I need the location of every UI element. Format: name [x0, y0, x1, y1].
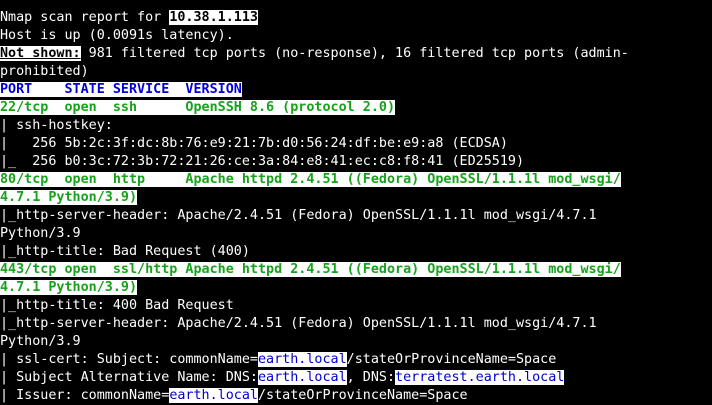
- ssl-issuer-line: | Issuer: commonName=earth.local/stateOr…: [0, 387, 712, 405]
- detail-line: Python/3.9: [0, 334, 81, 349]
- port-entry-443: 443/tcp open ssl/http Apache httpd 2.4.5…: [0, 262, 621, 277]
- table-header-line: PORT STATE SERVICE VERSION: [0, 81, 712, 99]
- port-line-443-cont: 4.7.1 Python/3.9): [0, 279, 712, 297]
- detail-line: |_ 256 b0:3c:72:3b:72:21:26:ce:3a:84:e8:…: [0, 154, 525, 169]
- table-header: PORT STATE SERVICE VERSION: [0, 82, 242, 97]
- ssl-subject-suffix: /stateOrProvinceName=Space: [346, 352, 557, 367]
- ssl-subject-cn: earth.local: [257, 352, 347, 367]
- scan-report-prefix: Nmap scan report for: [0, 10, 170, 25]
- not-shown-text: 981 filtered tcp ports (no-response), 16…: [80, 46, 629, 61]
- ssl-san-dns2: terratest.earth.local: [395, 370, 565, 385]
- ssl-subject-prefix: | ssl-cert: Subject: commonName=: [0, 352, 258, 367]
- detail-line: Python/3.9: [0, 226, 81, 241]
- ssl-san-prefix: | Subject Alternative Name: DNS:: [0, 370, 258, 385]
- detail-line: |_http-title: Bad Request (400): [0, 244, 250, 259]
- terminal-output[interactable]: Nmap scan report for 10.38.1.113 Host is…: [0, 0, 712, 405]
- port-entry-22: 22/tcp open ssh OpenSSH 8.6 (protocol 2.…: [0, 100, 396, 115]
- port-line-80: 80/tcp open http Apache httpd 2.4.51 ((F…: [0, 171, 712, 189]
- ssl-issuer-cn: earth.local: [169, 388, 258, 403]
- ssl-san-dns1: earth.local: [257, 370, 347, 385]
- port-entry-80: 80/tcp open http Apache httpd 2.4.51 ((F…: [0, 172, 621, 187]
- ssl-subject-line: | ssl-cert: Subject: commonName=earth.lo…: [0, 351, 712, 369]
- port-entry-443-cont: 4.7.1 Python/3.9): [0, 280, 138, 295]
- ssl-san-line: | Subject Alternative Name: DNS:earth.lo…: [0, 369, 712, 387]
- port-line-443: 443/tcp open ssl/http Apache httpd 2.4.5…: [0, 261, 712, 279]
- partial-top-line: [0, 0, 712, 9]
- host-status-line: Host is up (0.0091s latency).: [0, 28, 234, 43]
- detail-line: |_http-server-header: Apache/2.4.51 (Fed…: [0, 316, 597, 331]
- detail-line: | 256 5b:2c:3f:dc:8b:76:e9:21:7b:d0:56:2…: [0, 136, 508, 151]
- ssl-san-mid: , DNS:: [346, 370, 396, 385]
- port-entry-80-cont: 4.7.1 Python/3.9): [0, 190, 138, 205]
- target-ip: 10.38.1.113: [169, 10, 258, 25]
- port-line-80-cont: 4.7.1 Python/3.9): [0, 189, 712, 207]
- detail-line: |_http-server-header: Apache/2.4.51 (Fed…: [0, 208, 597, 223]
- not-shown-continuation: prohibited): [0, 64, 89, 79]
- detail-line: |_http-title: 400 Bad Request: [0, 298, 234, 313]
- detail-line: | ssh-hostkey:: [0, 118, 113, 133]
- ssl-issuer-suffix: /stateOrProvinceName=Space: [258, 388, 468, 403]
- ssl-issuer-prefix: | Issuer: commonName=: [0, 388, 170, 403]
- port-line-22: 22/tcp open ssh OpenSSH 8.6 (protocol 2.…: [0, 99, 712, 117]
- not-shown-label: Not shown:: [0, 46, 81, 61]
- not-shown-line: Not shown: 981 filtered tcp ports (no-re…: [0, 45, 712, 63]
- scan-report-line: Nmap scan report for 10.38.1.113: [0, 9, 712, 27]
